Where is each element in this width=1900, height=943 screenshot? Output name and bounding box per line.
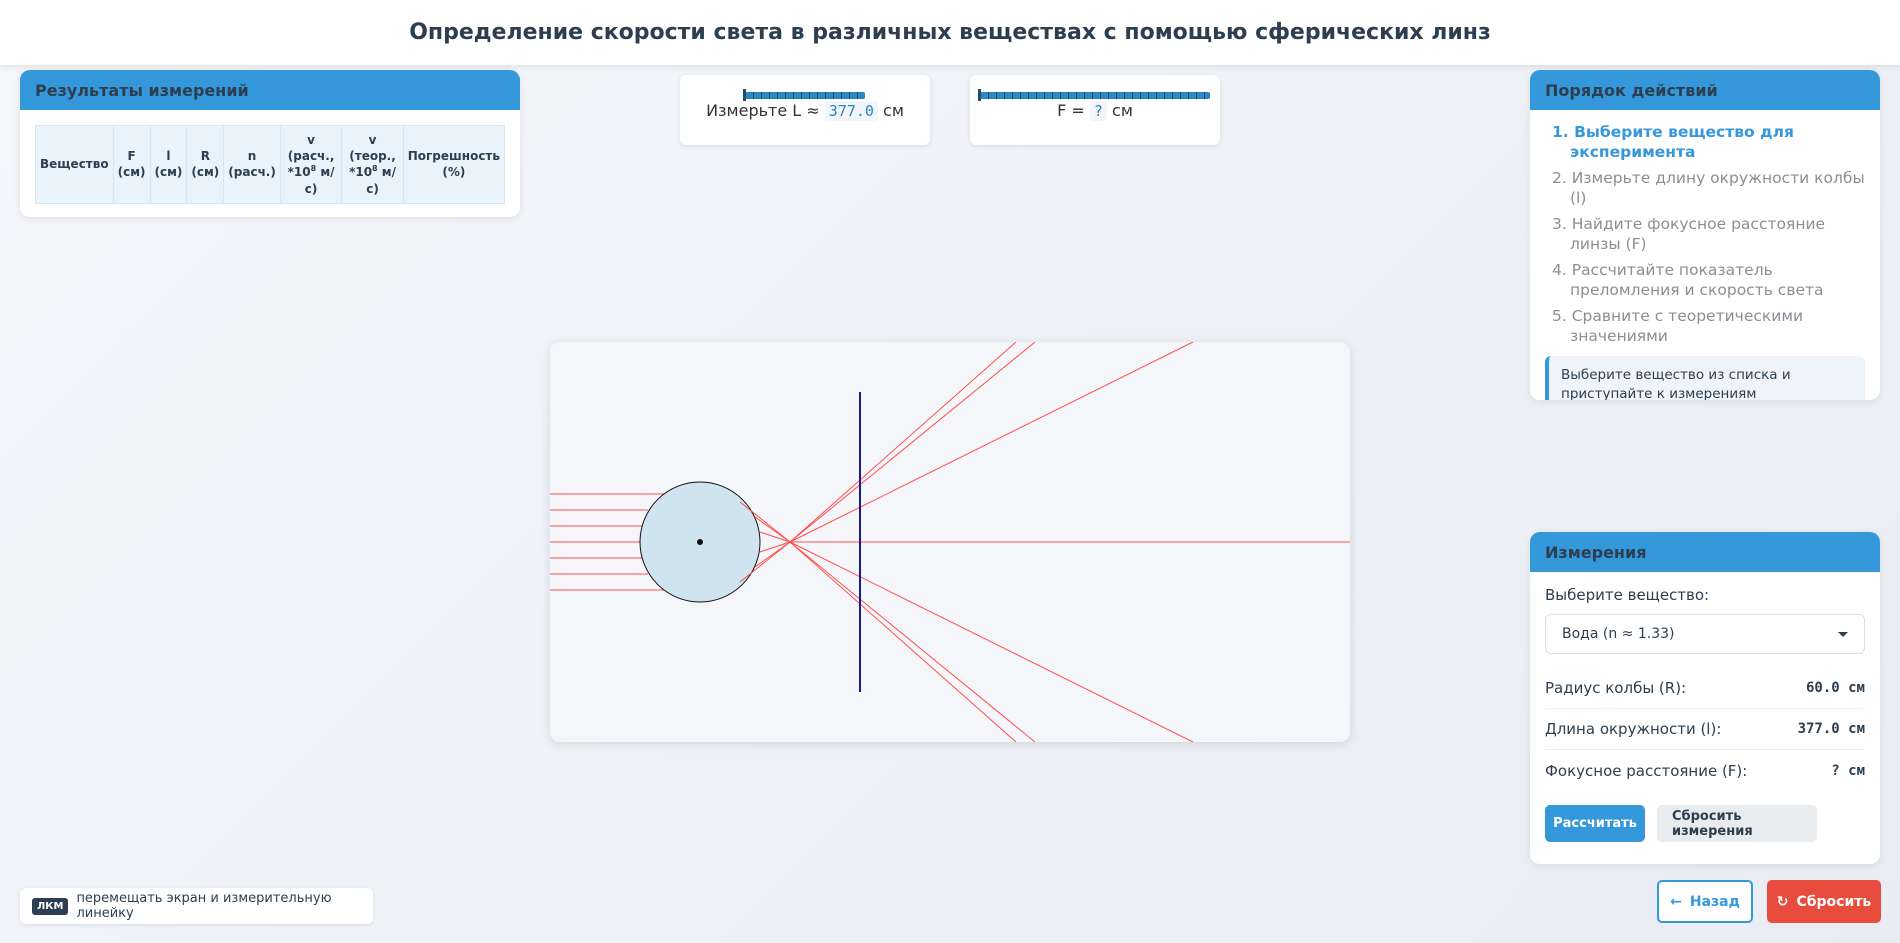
measurements-panel-title: Измерения (1530, 532, 1880, 572)
arrow-left-icon: ← (1670, 893, 1682, 910)
results-panel-title: Результаты измерений (20, 70, 520, 110)
ruler-f-unit: см (1112, 101, 1133, 120)
circumference-label: Длина окружности (l): (1545, 720, 1722, 738)
focal-label: Фокусное расстояние (F): (1545, 761, 1748, 780)
results-panel: Результаты измерений Вещество F (см) l (см) R… (20, 70, 520, 217)
substance-select-label: Выберите вещество: (1545, 586, 1710, 604)
results-column-header: n (расч.) (223, 125, 281, 204)
results-column-header: R (см) (186, 125, 225, 204)
refracted-rays (739, 342, 1350, 742)
back-button-label: Назад (1689, 893, 1740, 910)
results-column-header: l (см) (149, 125, 188, 204)
results-column-header: v (расч., *108 м/с) (279, 125, 343, 204)
focal-row: Фокусное расстояние (F): ? см (1545, 750, 1865, 791)
results-column-header: Вещество (35, 125, 114, 204)
hint-box: Выберите вещество из списка и приступайт… (1545, 356, 1865, 400)
flask-center-dot (697, 539, 703, 545)
results-column-header: F (см) (112, 125, 151, 204)
step-item: 3. Найдите фокусное расстояние линзы (F) (1552, 215, 1826, 253)
chevron-down-icon (1838, 631, 1848, 637)
top-bar: Определение скорости света в различных в… (0, 0, 1900, 65)
calculate-button[interactable]: Рассчитать (1545, 805, 1645, 842)
results-table-header-row: Вещество F (см) l (см) R (см) n (расч.) v (расч.,… (35, 125, 506, 204)
radius-row: Радиус колбы (R): 60.0 см (1545, 668, 1865, 709)
step-item: 4. Рассчитайте показатель преломления и … (1552, 261, 1824, 299)
refresh-icon: ↻ (1776, 893, 1789, 910)
circumference-value: 377.0 см (1797, 721, 1865, 737)
ruler-l-readout: Измерьте L ≈ 377.0 см (680, 101, 930, 121)
experiment-canvas[interactable] (550, 342, 1350, 742)
mouse-help: ЛКМ перемещать экран и измерительную лин… (20, 888, 373, 924)
measurements-panel: Измерения Выберите вещество: Вода (n ≈ 1… (1530, 532, 1880, 864)
reset-button-label: Сбросить (1796, 893, 1872, 910)
ruler-l-label: Измерьте L ≈ (706, 101, 820, 120)
results-column-header: v (теор., *108 м/с) (341, 125, 404, 204)
ruler-l-value: 377.0 (824, 101, 878, 121)
results-table: Вещество F (см) l (см) R (см) n (расч.) v (расч.,… (35, 125, 506, 204)
ruler-scale[interactable] (743, 89, 865, 101)
step-item: 2. Измерьте длину окружности колбы (l) (1552, 169, 1865, 207)
reset-measurements-button[interactable]: Сбросить измерения (1657, 805, 1817, 842)
steps-panel: Порядок действий 1. Выберите вещество дл… (1530, 70, 1880, 400)
mouse-key-badge: ЛКМ (32, 897, 69, 915)
ruler-l-unit: см (883, 101, 904, 120)
optics-diagram (550, 342, 1350, 742)
substance-select-value: Вода (n ≈ 1.33) (1562, 626, 1675, 642)
steps-list: 1. Выберите вещество для эксперимента 2.… (1530, 110, 1880, 346)
mouse-help-text: перемещать экран и измерительную линейку (76, 891, 332, 921)
ruler-f-readout: F = ? см (970, 101, 1220, 121)
radius-value: 60.0 см (1805, 680, 1865, 696)
substance-select[interactable]: Вода (n ≈ 1.33) (1545, 614, 1865, 654)
ruler-f-label: F = (1057, 101, 1085, 120)
step-item: 1. Выберите вещество для эксперимента (1552, 123, 1794, 161)
circumference-ruler[interactable]: Измерьте L ≈ 377.0 см (680, 75, 930, 145)
radius-label: Радиус колбы (R): (1545, 679, 1687, 697)
ruler-f-value: ? (1089, 101, 1107, 121)
focal-value: ? см (1831, 762, 1865, 779)
focal-ruler[interactable]: F = ? см (970, 75, 1220, 145)
results-column-header: Погрешность (%) (402, 125, 506, 204)
back-button[interactable]: ← Назад (1657, 880, 1753, 923)
reset-button[interactable]: ↻ Сбросить (1767, 880, 1881, 923)
steps-panel-title: Порядок действий (1530, 70, 1880, 110)
circumference-row: Длина окружности (l): 377.0 см (1545, 709, 1865, 750)
step-item: 5. Сравните с теоретическими значениями (1552, 307, 1804, 345)
ruler-scale[interactable] (978, 89, 1210, 101)
page-title: Определение скорости света в различных в… (409, 20, 1491, 45)
